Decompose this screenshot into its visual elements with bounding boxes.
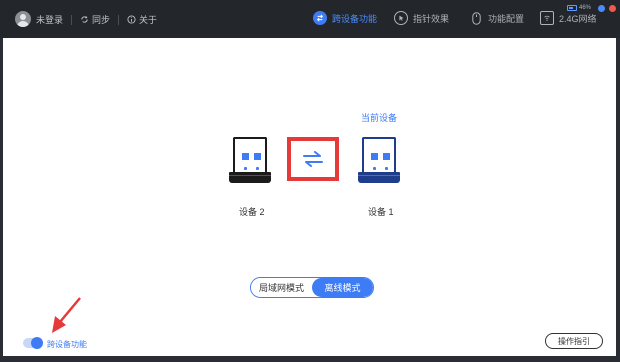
- login-status-label: 未登录: [36, 15, 64, 25]
- tab-2g4-network[interactable]: 2.4G网络: [540, 11, 597, 25]
- about-label: 关于: [139, 15, 158, 25]
- cross-device-switch-label: 跨设备功能: [47, 340, 87, 349]
- cross-device-icon: [313, 11, 327, 25]
- tab-cross-device[interactable]: 跨设备功能: [313, 11, 377, 25]
- device-1-receiver-icon[interactable]: [358, 137, 400, 183]
- login-status[interactable]: 未登录: [36, 13, 63, 26]
- tab-label: 跨设备功能: [332, 13, 378, 24]
- operation-guide-button[interactable]: 操作指引: [545, 333, 603, 349]
- device-2-label: 设备 2: [239, 207, 265, 217]
- tab-pointer-effect[interactable]: 指针效果: [394, 11, 449, 25]
- sync-label: 同步: [92, 15, 111, 25]
- swap-devices-button[interactable]: [287, 137, 339, 181]
- cross-device-switch[interactable]: [23, 337, 43, 349]
- pointer-effect-icon: [394, 11, 408, 25]
- wireless-2g4-icon: [540, 11, 554, 25]
- close-button[interactable]: [609, 5, 616, 12]
- mode-toggle: 局域网模式 离线模式: [250, 277, 374, 298]
- account-bar: 未登录 同步 关于: [36, 13, 157, 26]
- info-icon: [127, 15, 136, 24]
- switch-knob: [31, 337, 43, 349]
- divider: [71, 14, 73, 25]
- current-device-label: 当前设备: [361, 113, 398, 123]
- battery-indicator: 46%: [567, 5, 591, 11]
- tab-label: 指针效果: [413, 13, 450, 24]
- battery-icon: [567, 5, 577, 11]
- tab-label: 2.4G网络: [559, 13, 597, 24]
- minimize-button[interactable]: [598, 5, 605, 12]
- mode-lan[interactable]: 局域网模式: [251, 278, 312, 297]
- tab-function-config[interactable]: 功能配置: [469, 11, 524, 25]
- battery-percent: 46%: [579, 5, 592, 11]
- divider: [118, 14, 120, 25]
- mode-offline[interactable]: 离线模式: [312, 278, 373, 297]
- main-panel: 当前设备 设备 2 设备 1 局域网模式 离线模式 跨设备功能 操作指引: [3, 38, 616, 356]
- avatar-icon[interactable]: [15, 11, 31, 27]
- device-1-label: 设备 1: [368, 207, 394, 217]
- device-2-receiver-icon[interactable]: [229, 137, 271, 183]
- mouse-config-icon: [469, 11, 483, 25]
- title-bar: 未登录 同步 关于 跨设备功能 指针效果 功能配置 2.4G网络 46%: [0, 0, 620, 38]
- tab-label: 功能配置: [488, 13, 525, 24]
- sync-button[interactable]: 同步: [80, 13, 110, 26]
- swap-arrows-icon: [303, 151, 323, 167]
- about-button[interactable]: 关于: [127, 13, 157, 26]
- sync-icon: [81, 16, 88, 23]
